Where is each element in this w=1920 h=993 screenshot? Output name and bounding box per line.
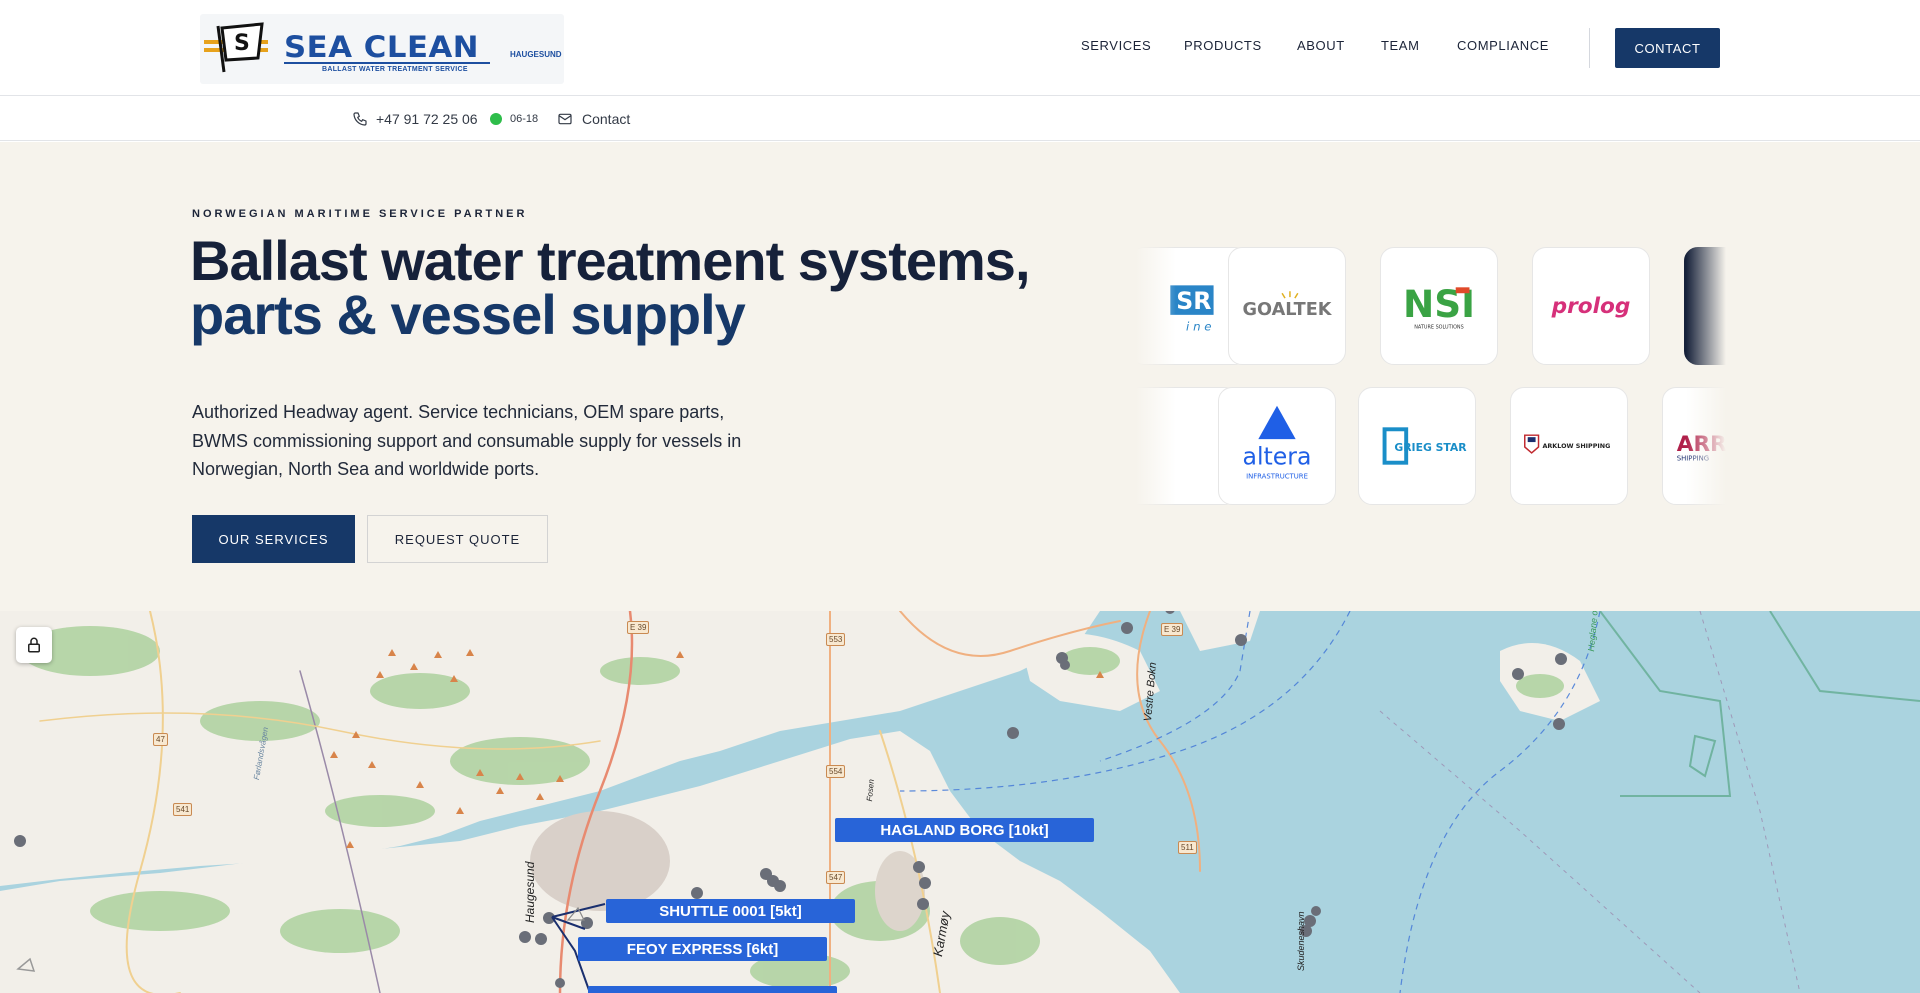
partner-logo-altera[interactable]: altera INFRASTRUCTURE [1218,387,1336,505]
road-shield: 47 [153,733,168,746]
mail-icon [558,113,572,125]
logo-underline [284,62,490,64]
contact-strip: +47 91 72 25 06 06-18 Contact [0,97,1920,141]
place-skudeneshavn: Skudeneshavn [1296,911,1306,971]
nsi-caption: NATURE SOLUTIONS [1414,325,1463,331]
sr-marine-text: SR [1176,287,1211,315]
hero-title-line2: parts & vessel supply [190,283,746,346]
hero-section: NORWEGIAN MARITIME SERVICE PARTNER Balla… [0,142,1920,611]
our-services-button[interactable]: OUR SERVICES [192,515,355,563]
phone-icon [353,112,367,126]
place-fosen: Fosen [865,778,876,802]
partner-logo-carousel: SR i n e GOALTEK NSI NATURE SOLUTIONS pr… [1136,247,1726,507]
grieg-star-text: GRIEG STAR [1394,441,1467,454]
partner-logo-arklow[interactable]: ARKLOW SHIPPING [1510,387,1628,505]
road-shield: 553 [826,633,846,646]
vessel-label-partial[interactable] [588,986,837,993]
nav-products[interactable]: PRODUCTS [1184,38,1262,53]
vessel-map[interactable]: E 39 553 E 39 47 541 554 547 511 Haugesu… [0,611,1920,993]
flag-icon: S [204,22,268,73]
road-shield: E 39 [627,621,650,634]
partner-logo-grieg-star[interactable]: GRIEG STAR [1358,387,1476,505]
carousel-fade-left [1136,247,1176,507]
contact-link[interactable]: Contact [582,111,630,127]
nav-divider [1589,28,1590,68]
contact-button[interactable]: CONTACT [1615,28,1720,68]
svg-text:S: S [234,31,250,56]
prolog-text: prolog [1551,294,1631,319]
opening-hours: 06-18 [510,113,539,125]
partner-logo-nsi[interactable]: NSI NATURE SOLUTIONS [1380,247,1498,365]
carousel-fade-right [1686,247,1726,507]
vessel-label-shuttle-0001[interactable]: SHUTTLE 0001 [5kt] [606,899,855,923]
altera-text: altera [1243,443,1312,471]
hero-eyebrow: NORWEGIAN MARITIME SERVICE PARTNER [192,208,528,220]
altera-caption: INFRASTRUCTURE [1246,472,1308,480]
nav-compliance[interactable]: COMPLIANCE [1457,38,1549,53]
svg-text:i n e: i n e [1186,320,1211,334]
map-lock-button[interactable] [16,627,52,663]
nav-services[interactable]: SERVICES [1081,38,1151,53]
partner-logo-prolog[interactable]: prolog [1532,247,1650,365]
logo-brand: SEA CLEAN [284,30,480,64]
road-shield: E 39 [1161,623,1184,636]
sea-clean-logo[interactable]: S SEA CLEAN BALLAST WATER TREATMENT SERV… [200,14,564,84]
open-status-dot [490,113,502,125]
road-shield: 511 [1178,841,1197,854]
road-shield: 541 [173,803,193,816]
nav-about[interactable]: ABOUT [1297,38,1345,53]
logo-city: HAUGESUND [510,50,562,59]
partner-logo-goaltek[interactable]: GOALTEK [1228,247,1346,365]
hero-title: Ballast water treatment systems, parts &… [190,233,1030,346]
place-haugesund: Haugesund [523,861,537,923]
phone-number[interactable]: +47 91 72 25 06 [376,111,478,127]
hero-lead: Authorized Headway agent. Service techni… [192,402,742,479]
logo-tagline: BALLAST WATER TREATMENT SERVICE [322,66,468,73]
goaltek-text: GOALTEK [1243,300,1333,320]
road-shield: 547 [826,871,846,884]
nav-team[interactable]: TEAM [1381,38,1420,53]
lock-icon [28,637,40,653]
map-tiles [0,611,1920,993]
road-shield: 554 [826,765,846,778]
request-quote-button[interactable]: REQUEST QUOTE [367,515,548,563]
arklow-text: ARKLOW SHIPPING [1542,442,1610,450]
vessel-label-feoy-express[interactable]: FEOY EXPRESS [6kt] [578,937,827,961]
site-header: S SEA CLEAN BALLAST WATER TREATMENT SERV… [0,0,1920,96]
vessel-label-hagland-borg[interactable]: HAGLAND BORG [10kt] [835,818,1094,842]
